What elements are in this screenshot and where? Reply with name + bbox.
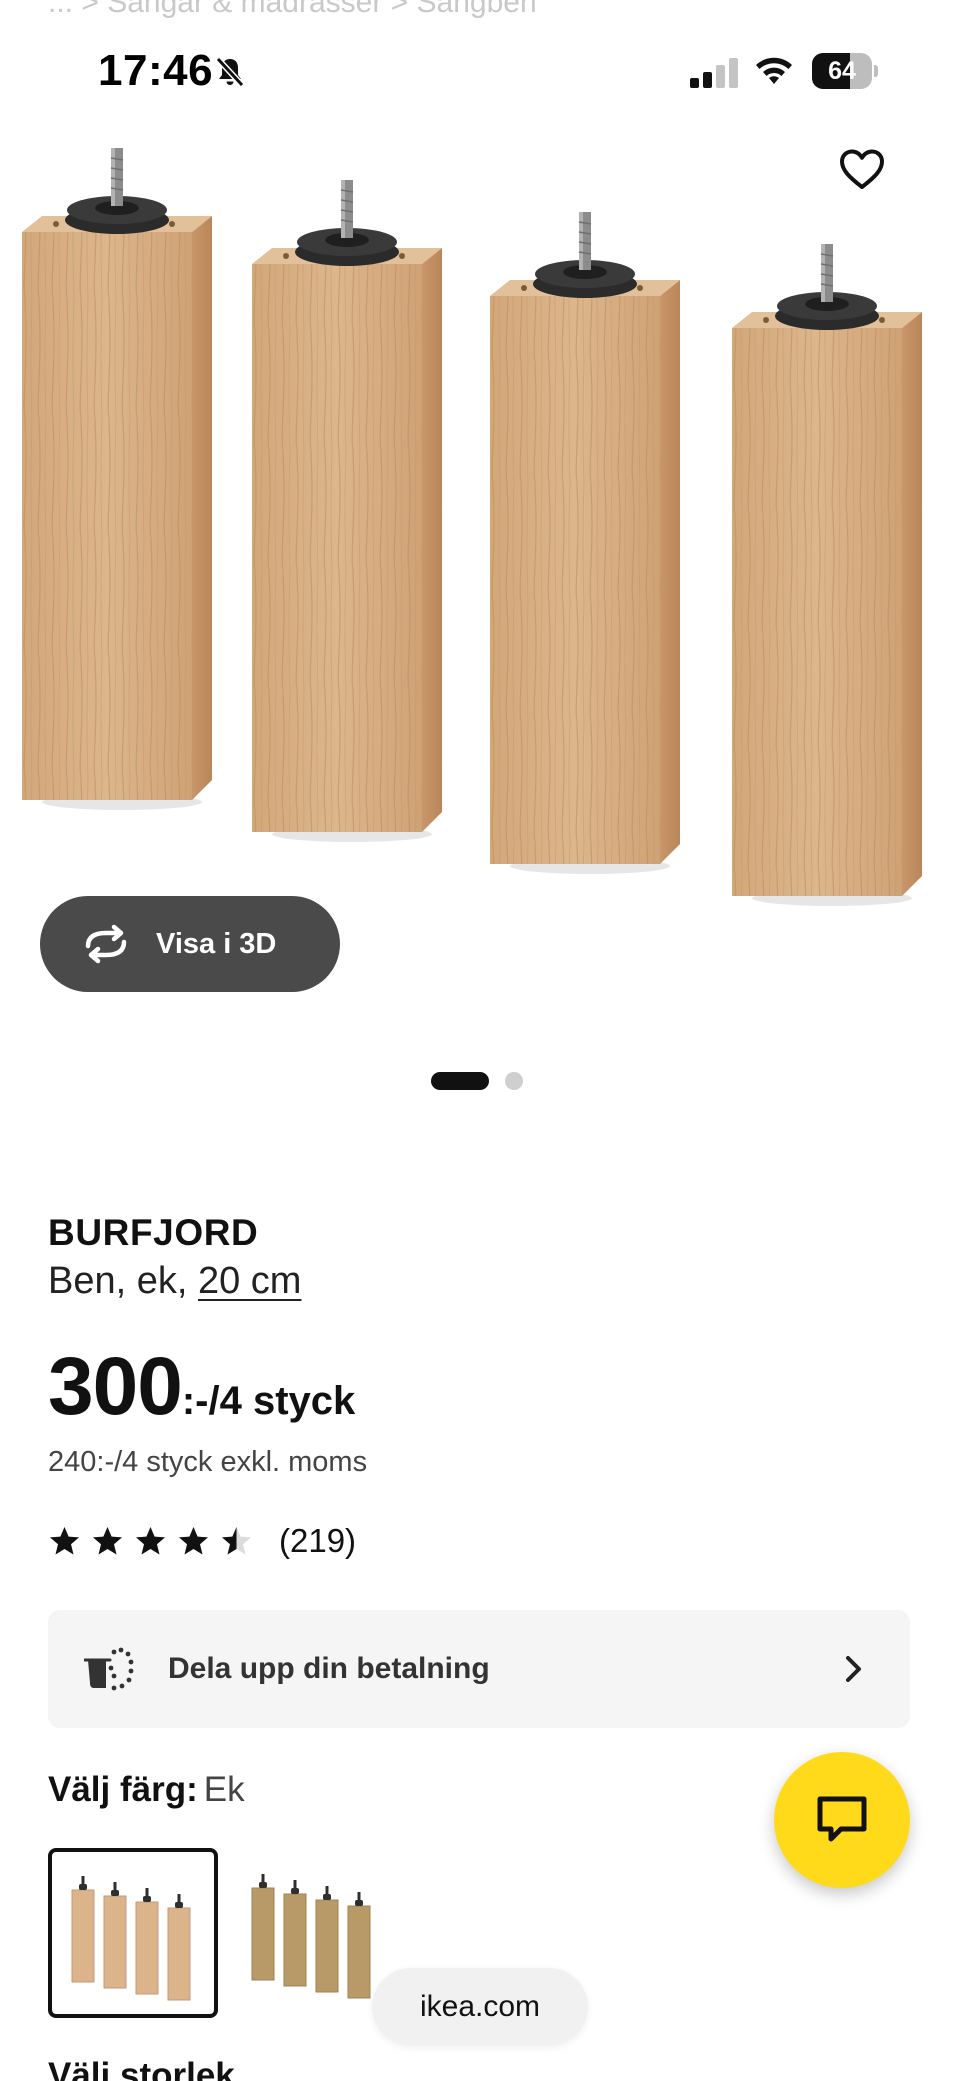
split-payment-label: Dela upp din betalning: [168, 1652, 490, 1685]
selected-color: Ek: [203, 1770, 245, 1809]
heart-icon: [840, 149, 884, 189]
rotate-3d-icon: [85, 924, 127, 964]
product-description-text: Ben, ek,: [48, 1260, 188, 1302]
product-description: Ben, ek, 20 cm: [48, 1260, 301, 1303]
bell-off-icon: [215, 56, 245, 88]
price-excl-vat: 240:-/4 styck exkl. moms: [48, 1446, 368, 1478]
view-in-3d-button[interactable]: Visa i 3D: [40, 896, 340, 992]
product-name: BURFJORD: [48, 1212, 259, 1253]
favorite-button[interactable]: [836, 144, 888, 196]
battery-indicator: 64: [812, 53, 878, 89]
star-icon: [179, 1526, 208, 1554]
carousel-dot[interactable]: [505, 1072, 523, 1090]
carousel-dot-active[interactable]: [431, 1072, 489, 1090]
signal-icon: [690, 58, 738, 88]
color-selector-label: Välj färg: Ek: [48, 1770, 245, 1810]
price: 300 :-/4 styck: [48, 1340, 355, 1434]
rating[interactable]: (219): [48, 1522, 356, 1560]
star-icon: [50, 1526, 79, 1554]
chevron-right-icon: [846, 1656, 861, 1682]
chat-button[interactable]: [774, 1752, 910, 1888]
color-label: Välj färg:: [48, 1770, 198, 1809]
split-payment-button[interactable]: Dela upp din betalning: [48, 1610, 910, 1728]
price-main: 300: [48, 1341, 183, 1432]
price-unit: :-/4 styck: [181, 1379, 356, 1423]
review-count[interactable]: (219): [279, 1522, 356, 1560]
carousel-indicator[interactable]: [431, 1072, 523, 1090]
color-swatch-oak[interactable]: [48, 1848, 218, 2018]
star-icon: [222, 1526, 251, 1554]
battery-percent: 64: [828, 57, 856, 85]
view-in-3d-label: Visa i 3D: [156, 927, 277, 960]
rating-stars: [48, 1525, 253, 1558]
status-time: 17:46: [98, 46, 214, 95]
star-icon: [93, 1526, 122, 1554]
product-image[interactable]: [0, 140, 960, 960]
size-link[interactable]: 20 cm: [198, 1260, 301, 1302]
payment-split-icon: [84, 1647, 134, 1691]
status-bar: 17:46 64: [0, 0, 960, 140]
star-icon: [136, 1526, 165, 1554]
browser-url-bar[interactable]: ikea.com: [372, 1968, 588, 2046]
chat-icon: [817, 1796, 867, 1842]
size-selector-label: Välj storlek: [48, 2056, 235, 2081]
wifi-icon: [756, 57, 792, 84]
